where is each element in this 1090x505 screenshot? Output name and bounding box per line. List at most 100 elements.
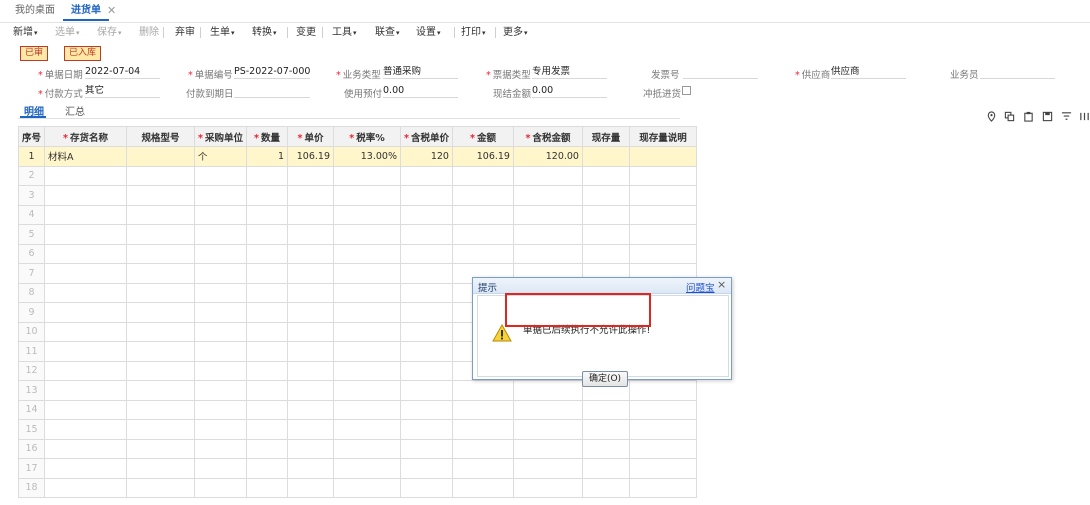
table-cell[interactable] [400, 419, 453, 440]
table-cell[interactable] [400, 477, 453, 498]
table-cell[interactable] [246, 165, 288, 186]
table-cell[interactable] [126, 185, 196, 206]
table-cell[interactable] [512, 224, 583, 245]
table-cell[interactable]: 106.19 [287, 146, 334, 167]
table-cell[interactable] [44, 204, 128, 225]
toolbar-button[interactable]: 弃审 [175, 23, 195, 42]
table-cell[interactable] [400, 399, 453, 420]
table-cell[interactable] [194, 204, 247, 225]
table-cell[interactable] [581, 419, 630, 440]
tab-my-desktop[interactable]: 我的桌面 [15, 0, 55, 21]
table-cell[interactable] [400, 282, 453, 303]
table-cell[interactable] [400, 204, 453, 225]
toolbar-button[interactable]: 联查▾ [375, 23, 400, 43]
table-cell[interactable] [126, 204, 196, 225]
invoice-no-field[interactable] [683, 66, 758, 79]
column-settings-icon[interactable] [1079, 111, 1090, 122]
column-header[interactable]: * 金额 [451, 126, 514, 147]
dialog-help-link[interactable]: 问题宝 [686, 280, 715, 294]
table-cell[interactable]: 120.00 [512, 146, 583, 167]
table-cell[interactable] [246, 477, 288, 498]
table-cell[interactable] [451, 477, 514, 498]
filter-icon[interactable] [1061, 111, 1072, 122]
table-cell[interactable] [246, 380, 288, 401]
table-cell[interactable] [512, 204, 583, 225]
column-header[interactable]: 现存量 [581, 126, 630, 147]
column-header[interactable]: * 数量 [246, 126, 288, 147]
table-row[interactable]: 2 [17, 165, 697, 186]
table-cell[interactable] [400, 360, 453, 381]
biz-type-field[interactable]: 普通采购 [383, 66, 458, 79]
table-cell[interactable]: 个 [194, 146, 247, 167]
table-cell[interactable] [287, 399, 334, 420]
table-cell[interactable] [44, 380, 128, 401]
table-cell[interactable] [581, 204, 630, 225]
table-cell[interactable] [400, 458, 453, 479]
table-row[interactable]: 17 [17, 458, 697, 479]
table-cell[interactable] [126, 165, 196, 186]
table-cell[interactable] [44, 458, 128, 479]
copy-row-icon[interactable] [1004, 111, 1015, 122]
table-cell[interactable] [126, 146, 196, 167]
table-row[interactable]: 4 [17, 204, 697, 225]
table-cell[interactable] [246, 224, 288, 245]
toolbar-button[interactable]: 转换▾ [252, 23, 277, 43]
table-cell[interactable] [333, 282, 401, 303]
location-icon[interactable] [986, 111, 997, 122]
table-cell[interactable] [287, 302, 334, 323]
column-header[interactable]: * 含税金额 [512, 126, 583, 147]
table-cell[interactable] [287, 419, 334, 440]
table-cell[interactable] [581, 243, 630, 264]
table-cell[interactable] [287, 224, 334, 245]
table-cell[interactable] [246, 438, 288, 459]
table-row[interactable]: 3 [17, 185, 697, 206]
table-cell[interactable] [581, 224, 630, 245]
table-cell[interactable] [44, 360, 128, 381]
table-cell[interactable] [194, 399, 247, 420]
table-cell[interactable] [512, 438, 583, 459]
pay-method-field[interactable]: 其它 [85, 85, 160, 98]
table-cell[interactable] [333, 477, 401, 498]
table-cell[interactable] [44, 302, 128, 323]
table-cell[interactable] [44, 165, 128, 186]
toolbar-button[interactable]: 更多▾ [503, 23, 528, 43]
table-cell[interactable] [451, 243, 514, 264]
table-row[interactable]: 1 材料A 个 1 106.19 13.00% 120 106.19 120.00 [17, 146, 697, 167]
dialog-ok-button[interactable]: 确定(O) [582, 371, 628, 387]
doc-date-field[interactable]: 2022-07-04 [85, 66, 160, 79]
table-row[interactable]: 5 [17, 224, 697, 245]
table-cell[interactable]: 13.00% [333, 146, 401, 167]
column-header[interactable]: * 存货名称 [44, 126, 128, 147]
table-cell[interactable] [287, 243, 334, 264]
table-cell[interactable] [628, 399, 697, 420]
table-cell[interactable] [512, 477, 583, 498]
table-cell[interactable] [246, 399, 288, 420]
table-cell[interactable] [451, 399, 514, 420]
table-row[interactable]: 18 [17, 477, 697, 498]
column-header[interactable]: 序号 [17, 126, 46, 147]
table-cell[interactable] [581, 146, 630, 167]
table-cell[interactable] [246, 185, 288, 206]
toolbar-button[interactable]: 变更 [296, 23, 316, 42]
table-cell[interactable] [400, 302, 453, 323]
table-cell[interactable] [287, 321, 334, 342]
tab-close-icon[interactable]: ✕ [107, 0, 116, 21]
table-cell[interactable] [400, 341, 453, 362]
table-cell[interactable] [44, 224, 128, 245]
table-cell[interactable] [287, 204, 334, 225]
table-cell[interactable] [126, 321, 196, 342]
table-cell[interactable] [287, 165, 334, 186]
table-cell[interactable] [126, 341, 196, 362]
toolbar-button[interactable]: 设置▾ [416, 23, 441, 43]
table-cell[interactable] [44, 341, 128, 362]
table-cell[interactable] [400, 165, 453, 186]
table-cell[interactable] [333, 321, 401, 342]
table-cell[interactable] [512, 243, 583, 264]
table-cell[interactable] [246, 419, 288, 440]
table-cell[interactable] [333, 263, 401, 284]
table-cell[interactable] [246, 360, 288, 381]
cash-amount-field[interactable]: 0.00 [532, 85, 607, 98]
table-cell[interactable] [194, 380, 247, 401]
table-cell[interactable] [628, 243, 697, 264]
table-cell[interactable]: 106.19 [451, 146, 514, 167]
